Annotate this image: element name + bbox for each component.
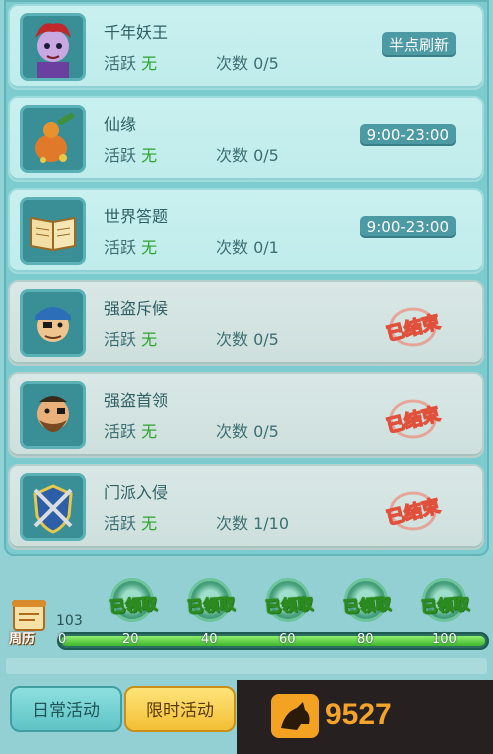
count-label: 次数 0/1 bbox=[216, 238, 279, 257]
ended-stamp-text: 已结束 bbox=[384, 495, 443, 530]
reward-claimed-label: 已领取 bbox=[420, 594, 470, 617]
progress-tick: 0 bbox=[58, 632, 67, 647]
reward-claimed-label: 已领取 bbox=[108, 594, 158, 617]
activity-card[interactable]: 强盗首领 活跃 无 次数 0/5 已结束 bbox=[8, 372, 484, 458]
active-value: 无 bbox=[141, 514, 158, 533]
activity-name: 千年妖王 bbox=[104, 23, 169, 42]
reward-claimed-label: 已领取 bbox=[186, 594, 236, 617]
count-label: 次数 0/5 bbox=[216, 422, 279, 441]
active-value: 无 bbox=[141, 54, 158, 73]
ended-stamp: 已结束 bbox=[384, 491, 444, 531]
activity-card[interactable]: 门派入侵 活跃 无 次数 1/10 已结束 bbox=[8, 464, 484, 550]
count-label: 次数 1/10 bbox=[216, 514, 290, 533]
activity-name: 世界答题 bbox=[104, 207, 169, 226]
active-value: 无 bbox=[141, 146, 158, 165]
reward-chest[interactable]: 已领取 bbox=[102, 574, 160, 632]
active-label: 活跃 无 bbox=[104, 146, 158, 165]
active-label: 活跃 无 bbox=[104, 330, 158, 349]
count-value: 0/5 bbox=[253, 422, 279, 441]
count-value: 1/10 bbox=[253, 514, 290, 533]
book-avatar-icon bbox=[20, 197, 86, 265]
active-label: 活跃 无 bbox=[104, 514, 158, 533]
progress-tick: 20 bbox=[122, 632, 139, 647]
reward-claimed-label: 已领取 bbox=[342, 594, 392, 617]
count-value: 0/1 bbox=[253, 238, 279, 257]
demon-king-avatar-icon bbox=[20, 13, 86, 81]
active-label: 活跃 无 bbox=[104, 422, 158, 441]
activity-name: 强盗斥候 bbox=[104, 299, 169, 318]
progress-tick: 100 bbox=[432, 632, 457, 647]
count-label: 次数 0/5 bbox=[216, 330, 279, 349]
time-badge: 9:00-23:00 bbox=[359, 124, 456, 146]
refresh-badge: 半点刷新 bbox=[381, 32, 456, 57]
tab-limited-activities[interactable]: 限时活动 bbox=[124, 686, 236, 732]
active-value: 无 bbox=[141, 238, 158, 257]
reward-claimed-label: 已领取 bbox=[264, 594, 314, 617]
sect-invasion-shield-icon bbox=[20, 473, 86, 541]
activity-name: 强盗首领 bbox=[104, 391, 169, 410]
tab-daily-activities[interactable]: 日常活动 bbox=[10, 686, 122, 732]
count-label: 次数 0/5 bbox=[216, 146, 279, 165]
active-label: 活跃 无 bbox=[104, 238, 158, 257]
ended-stamp-text: 已结束 bbox=[384, 403, 443, 438]
activity-card[interactable]: 世界答题 活跃 无 次数 0/1 9:00-23:00 bbox=[8, 188, 484, 274]
bandit-leader-avatar-icon bbox=[20, 381, 86, 449]
divider-strip bbox=[6, 658, 487, 674]
activity-score: 103 bbox=[56, 613, 83, 629]
active-value: 无 bbox=[141, 330, 158, 349]
active-value: 无 bbox=[141, 422, 158, 441]
progress-tick: 40 bbox=[201, 632, 218, 647]
ended-stamp: 已结束 bbox=[384, 307, 444, 347]
count-label: 次数 0/5 bbox=[216, 54, 279, 73]
active-label: 活跃 无 bbox=[104, 54, 158, 73]
calendar-label[interactable]: 周历 bbox=[9, 628, 35, 647]
activity-name: 仙缘 bbox=[104, 115, 137, 134]
time-badge: 9:00-23:00 bbox=[359, 216, 456, 238]
horse-logo-icon bbox=[271, 694, 319, 738]
activity-card[interactable]: 强盗斥候 活跃 无 次数 0/5 已结束 bbox=[8, 280, 484, 366]
reward-chest[interactable]: 已领取 bbox=[258, 574, 316, 632]
activity-name: 门派入侵 bbox=[104, 483, 169, 502]
ad-text: 9527 bbox=[325, 698, 392, 731]
count-value: 0/5 bbox=[253, 330, 279, 349]
activity-card[interactable]: 千年妖王 活跃 无 次数 0/5 半点刷新 bbox=[8, 4, 484, 90]
count-value: 0/5 bbox=[253, 54, 279, 73]
count-value: 0/5 bbox=[253, 146, 279, 165]
activity-card[interactable]: 仙缘 活跃 无 次数 0/5 9:00-23:00 bbox=[8, 96, 484, 182]
progress-tick: 80 bbox=[357, 632, 374, 647]
bandit-scout-avatar-icon bbox=[20, 289, 86, 357]
gourd-avatar-icon bbox=[20, 105, 86, 173]
ended-stamp: 已结束 bbox=[384, 399, 444, 439]
ended-stamp-text: 已结束 bbox=[384, 311, 443, 346]
reward-chest[interactable]: 已领取 bbox=[336, 574, 394, 632]
reward-chest[interactable]: 已领取 bbox=[414, 574, 472, 632]
ad-banner[interactable]: 9527 bbox=[237, 680, 493, 754]
reward-chest[interactable]: 已领取 bbox=[180, 574, 238, 632]
progress-tick: 60 bbox=[279, 632, 296, 647]
